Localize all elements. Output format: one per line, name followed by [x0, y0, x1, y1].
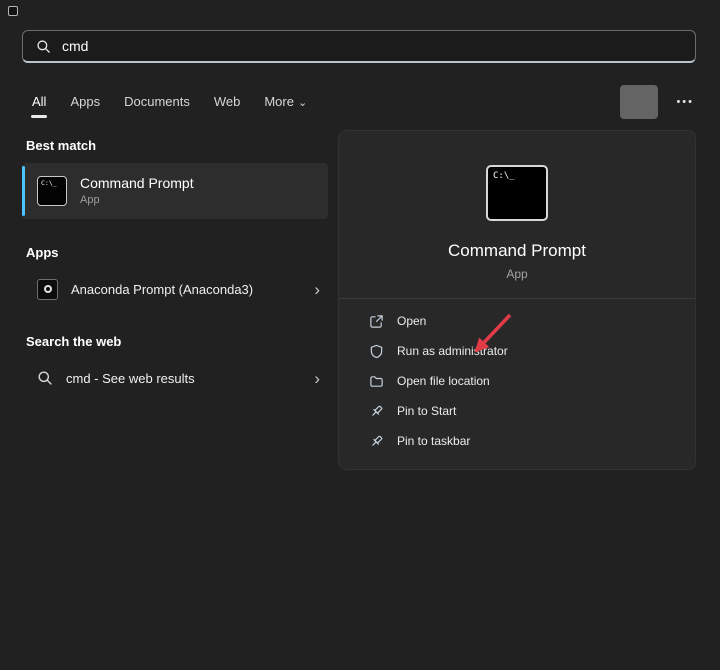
open-icon [369, 314, 384, 329]
result-title: Command Prompt [80, 174, 194, 193]
folder-icon [369, 374, 384, 389]
tab-all[interactable]: All [32, 94, 46, 111]
preview-panel: C:\_ Command Prompt App Open Run as admi… [338, 130, 696, 470]
preview-subtitle: App [339, 267, 695, 281]
search-input[interactable] [62, 38, 682, 54]
action-run-as-administrator[interactable]: Run as administrator [369, 336, 695, 366]
tab-more[interactable]: More⌄ [264, 94, 307, 111]
action-list: Open Run as administrator Open file loca… [339, 299, 695, 456]
search-icon [37, 370, 53, 386]
result-command-prompt[interactable]: C:\_ Command Prompt App [22, 163, 328, 219]
search-icon [36, 39, 51, 54]
apps-header: Apps [26, 245, 328, 260]
chevron-down-icon: ⌄ [298, 97, 307, 109]
result-label: Anaconda Prompt (Anaconda3) [71, 282, 253, 297]
shield-icon [369, 344, 384, 359]
command-prompt-icon-large: C:\_ [486, 165, 548, 221]
tab-web[interactable]: Web [214, 94, 241, 111]
selection-accent-bar [22, 166, 25, 216]
results-column: Best match C:\_ Command Prompt App Apps … [22, 138, 328, 397]
chevron-right-icon: › [314, 281, 320, 298]
result-web-search-cmd[interactable]: cmd - See web results › [22, 359, 328, 397]
command-prompt-icon: C:\_ [37, 176, 67, 206]
options-ellipsis-button[interactable]: ••• [674, 92, 696, 112]
search-filter-tabs: All Apps Documents Web More⌄ ••• [32, 88, 696, 116]
pin-icon [369, 404, 384, 419]
anaconda-prompt-icon [37, 279, 58, 300]
action-open[interactable]: Open [369, 306, 695, 336]
result-subtitle: App [80, 193, 194, 208]
search-web-header: Search the web [26, 334, 328, 349]
result-label: cmd - See web results [66, 371, 195, 386]
background-window-icon [8, 6, 18, 16]
search-bar[interactable] [22, 30, 696, 63]
best-match-header: Best match [26, 138, 328, 153]
preview-title: Command Prompt [339, 241, 695, 261]
pin-icon [369, 434, 384, 449]
chevron-right-icon: › [314, 370, 320, 387]
tab-apps[interactable]: Apps [70, 94, 100, 111]
action-pin-to-start[interactable]: Pin to Start [369, 396, 695, 426]
action-open-file-location[interactable]: Open file location [369, 366, 695, 396]
action-pin-to-taskbar[interactable]: Pin to taskbar [369, 426, 695, 456]
result-anaconda-prompt[interactable]: Anaconda Prompt (Anaconda3) › [22, 270, 328, 308]
highlighted-toolbar-button[interactable] [620, 85, 658, 119]
tab-documents[interactable]: Documents [124, 94, 190, 111]
